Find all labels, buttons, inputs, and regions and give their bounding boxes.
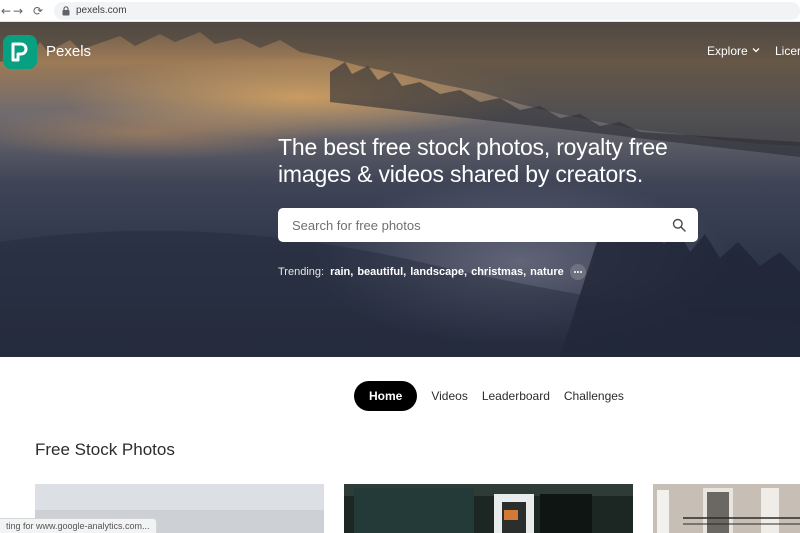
explore-menu[interactable]: Explore	[707, 44, 748, 58]
trending-tag-rain[interactable]: rain	[330, 266, 350, 278]
status-bar: ting for www.google-analytics.com...	[0, 518, 157, 533]
trending-separator: ,	[523, 266, 527, 278]
trending-tag-nature[interactable]: nature	[530, 266, 564, 278]
brand-name[interactable]: Pexels	[46, 43, 91, 61]
photo-thumbnail	[344, 484, 633, 533]
logo-mark-icon	[11, 42, 28, 62]
search-input[interactable]	[278, 208, 658, 242]
headline-line-2: images & videos shared by creators.	[278, 161, 644, 187]
license-link[interactable]: Licer	[775, 44, 800, 58]
tab-videos[interactable]: Videos	[431, 389, 467, 403]
trending-separator: ,	[464, 266, 468, 278]
photo-card[interactable]	[653, 484, 800, 533]
forest-background-image	[0, 22, 800, 357]
tab-challenges[interactable]: Challenges	[564, 389, 624, 403]
trending-label: Trending:	[278, 266, 325, 278]
content-tabs: Home Videos Leaderboard Challenges	[354, 380, 638, 411]
url-text: pexels.com	[76, 5, 127, 16]
headline-line-1: The best free stock photos, royalty free	[278, 134, 668, 160]
trending-tag-landscape[interactable]: landscape	[410, 266, 464, 278]
tab-home[interactable]: Home	[354, 380, 418, 411]
photo-card[interactable]	[344, 484, 633, 533]
search-icon[interactable]	[672, 218, 686, 232]
forward-arrow-icon[interactable]: →	[10, 3, 26, 19]
lock-icon	[62, 6, 70, 16]
photo-thumbnail	[653, 484, 800, 533]
hero-headline: The best free stock photos, royalty free…	[278, 134, 718, 188]
trending-separator: ,	[350, 266, 354, 278]
trending-separator: ,	[403, 266, 407, 278]
trending-tag-christmas[interactable]: christmas	[471, 266, 523, 278]
pexels-logo-icon[interactable]	[3, 35, 37, 69]
hero-banner: Pexels Explore Licer The best free stock…	[0, 22, 800, 357]
tab-leaderboard[interactable]: Leaderboard	[482, 389, 550, 403]
address-bar[interactable]: pexels.com	[54, 2, 800, 20]
reload-icon[interactable]: ⟳	[30, 3, 46, 19]
section-title: Free Stock Photos	[35, 440, 175, 459]
more-dots-icon[interactable]	[569, 264, 586, 280]
search-box[interactable]	[278, 208, 698, 242]
trending-bar: Trending: rain, beautiful, landscape, ch…	[278, 264, 586, 280]
trending-tag-beautiful[interactable]: beautiful	[357, 266, 403, 278]
chevron-down-icon[interactable]	[752, 46, 760, 54]
browser-toolbar: ← → ⟳ pexels.com	[0, 0, 800, 22]
